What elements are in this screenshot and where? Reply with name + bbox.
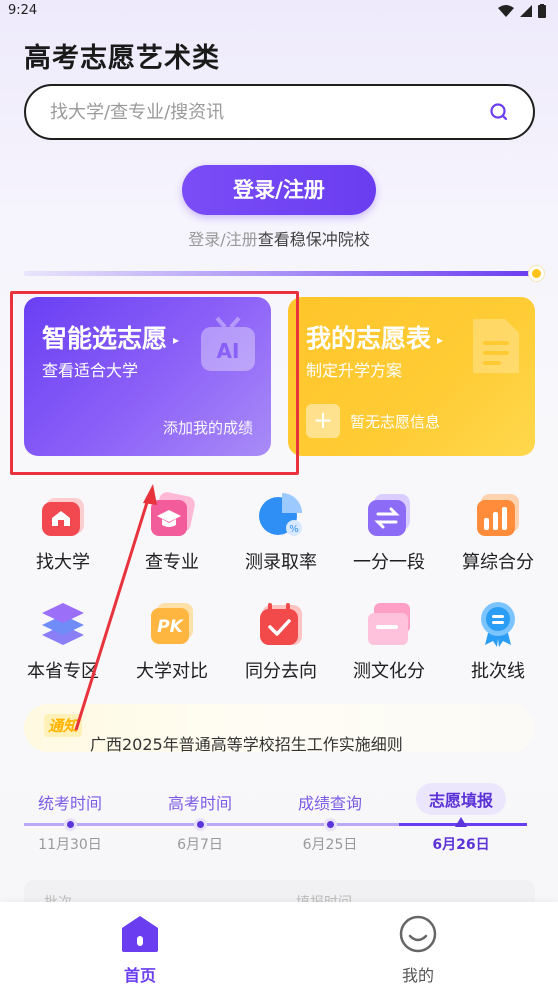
grid-label: 查专业 [145, 552, 199, 573]
timeline-line [24, 823, 399, 826]
signal-icon [520, 5, 532, 17]
nav-home-label: 首页 [123, 966, 156, 985]
grid-item-province-zone[interactable]: 本省专区 [7, 599, 115, 699]
my-choices-title: 我的志愿表 ▸ [306, 324, 444, 353]
calendar-check-icon [260, 603, 302, 645]
status-bar: 9:24 [0, 0, 558, 24]
grid-item-admission-rate[interactable]: % 测录取率 [225, 490, 333, 590]
swap-icon [368, 494, 410, 536]
svg-text:PK: PK [157, 617, 184, 637]
chevron-right-icon: ▸ [437, 333, 444, 347]
empty-choices-text: 暂无志愿信息 [350, 412, 441, 431]
document-list-icon [473, 319, 519, 373]
login-hint-text: 查看稳保冲院校 [257, 230, 370, 249]
grid-label: 本省专区 [27, 661, 99, 682]
grid-label: 算综合分 [462, 552, 534, 573]
notice-tag: 通知 [44, 714, 83, 737]
grid-item-culture-score[interactable]: 测文化分 [333, 599, 441, 699]
university-icon [42, 498, 84, 536]
plus-icon[interactable]: + [306, 404, 340, 438]
search-input[interactable] [50, 98, 470, 126]
pie-chart-icon: % [259, 493, 302, 536]
grid-item-find-university[interactable]: 找大学 [7, 490, 115, 590]
grid-label: 大学对比 [136, 661, 208, 682]
timeline-step-label[interactable]: 成绩查询 [280, 790, 380, 814]
grid-item-university-compare[interactable]: PK 大学对比 [116, 599, 224, 699]
nav-mine-label: 我的 [401, 966, 434, 985]
notice-text[interactable]: 广西2025年普通高等学校招生工作实施细则 [90, 731, 403, 755]
annotation-highlight-box [10, 291, 299, 475]
timeline-step-date: 11月30日 [38, 837, 102, 853]
grid-item-composite-score[interactable]: 算综合分 [442, 490, 550, 590]
notice-bar[interactable]: 通知 广西2025年普通高等学校招生工作实施细则 [24, 704, 535, 755]
search-icon[interactable] [489, 102, 509, 122]
grid-label: 找大学 [36, 552, 90, 573]
exam-timeline: 统考时间 11月30日 高考时间 6月7日 成绩查询 6月25日 志愿填报 6月… [24, 780, 535, 860]
nav-mine[interactable]: 我的 [358, 910, 478, 988]
timeline-dot [64, 818, 77, 831]
timeline-step-label[interactable]: 高考时间 [150, 790, 250, 814]
app-title: 高考志愿艺术类 [24, 43, 220, 74]
grid-label: 测录取率 [245, 552, 317, 573]
search-box[interactable] [24, 84, 535, 140]
graduation-cap-icon [151, 492, 195, 536]
status-icons [498, 4, 546, 18]
timeline-current-marker-icon [455, 817, 467, 827]
progress-indicator-dot [529, 266, 544, 281]
progress-bar-fill [24, 271, 534, 276]
battery-icon [538, 4, 546, 18]
login-register-button[interactable]: 登录/注册 [182, 165, 376, 215]
my-choices-card[interactable]: 我的志愿表 ▸ 制定升学方案 + 暂无志愿信息 [288, 297, 535, 456]
status-time: 9:24 [8, 3, 38, 18]
timeline-step-date-active: 6月26日 [432, 837, 490, 853]
grid-item-same-score-destination[interactable]: 同分去向 [225, 599, 333, 699]
empty-choices-row[interactable]: + 暂无志愿信息 [306, 404, 440, 438]
document-icon [368, 603, 410, 645]
medal-icon [481, 602, 515, 647]
my-choices-subtitle: 制定升学方案 [306, 361, 403, 380]
grid-label: 测文化分 [353, 661, 425, 682]
timeline-dot [194, 818, 207, 831]
nav-home[interactable]: 首页 [80, 910, 200, 988]
timeline-step-date: 6月7日 [177, 837, 223, 853]
timeline-step-label[interactable]: 统考时间 [20, 790, 120, 814]
svg-text:%: % [289, 524, 299, 535]
grid-item-batch-line[interactable]: 批次线 [442, 599, 550, 699]
bottom-nav: 首页 我的 [0, 902, 558, 992]
grid-label: 一分一段 [353, 552, 425, 573]
grid-item-score-ranking[interactable]: 一分一段 [333, 490, 441, 590]
login-hint[interactable]: 登录/注册查看稳保冲院校 [0, 226, 558, 250]
grid-label: 同分去向 [245, 661, 317, 682]
timeline-step-date: 6月25日 [302, 837, 358, 853]
login-hint-link[interactable]: 登录/注册 [188, 230, 257, 249]
timeline-dot [324, 818, 337, 831]
layers-icon [42, 603, 84, 645]
pk-icon: PK [151, 603, 193, 644]
progress-bar [24, 271, 534, 276]
grid-label: 批次线 [471, 661, 525, 682]
smiley-profile-icon [399, 915, 437, 953]
wifi-icon [498, 5, 514, 17]
bar-chart-icon [477, 494, 519, 536]
timeline-step-label-active[interactable]: 志愿填报 [416, 783, 506, 815]
grid-item-search-major[interactable]: 查专业 [116, 490, 224, 590]
home-icon [122, 916, 158, 952]
